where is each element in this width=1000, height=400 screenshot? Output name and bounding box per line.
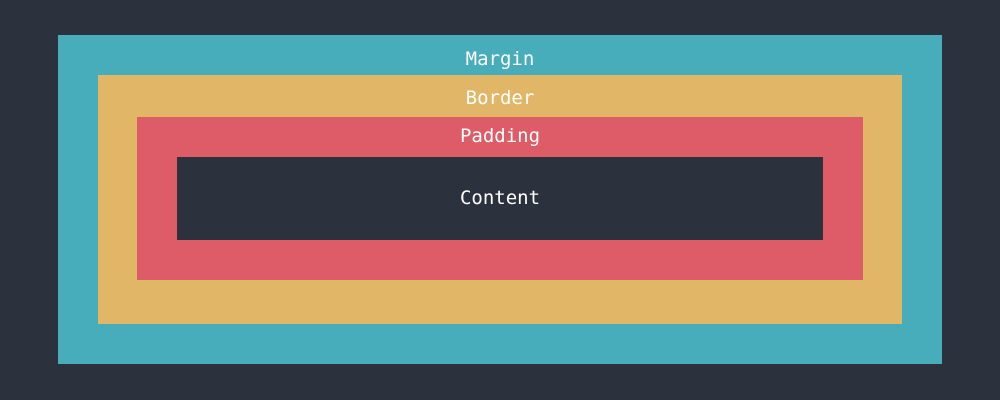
padding-label: Padding bbox=[459, 125, 541, 147]
border-label: Border bbox=[465, 87, 535, 109]
margin-label: Margin bbox=[465, 48, 535, 70]
content-label: Content bbox=[459, 187, 541, 209]
